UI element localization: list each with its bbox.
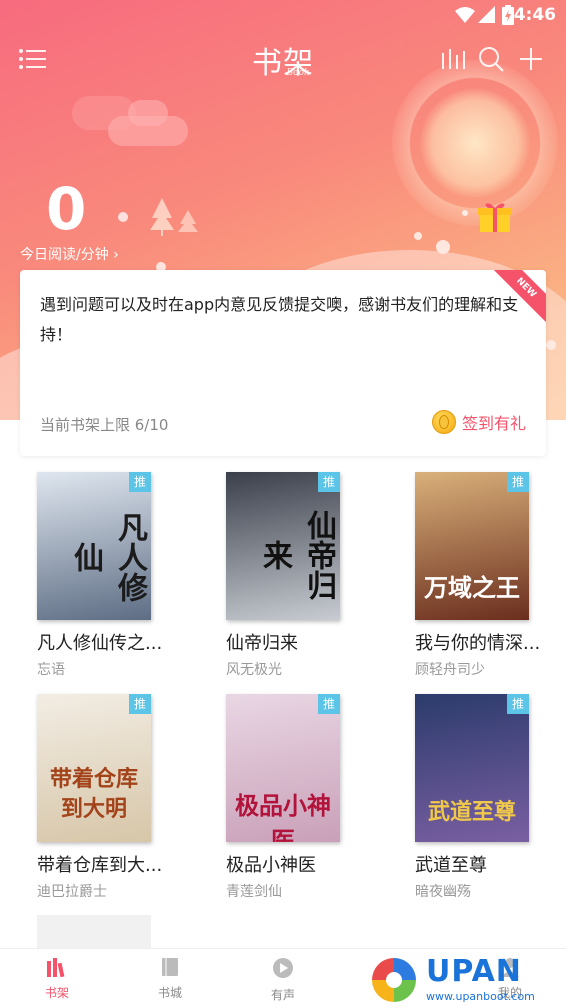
cloud-decoration — [128, 100, 168, 126]
signal-icon — [478, 6, 495, 23]
battery-icon — [502, 5, 514, 25]
search-icon — [479, 47, 504, 72]
recommend-tag: 推 — [318, 694, 340, 714]
book-cover[interactable]: 仙帝归来 推 — [226, 472, 340, 620]
ranking-button[interactable] — [436, 42, 470, 76]
book-title: 凡人修仙传之... — [37, 633, 163, 654]
book-item[interactable]: 万域之王 推我与你的情深... 顾轻舟司少 — [415, 472, 565, 679]
book-title: 武道至尊 — [415, 855, 487, 876]
status-time: 4:46 — [513, 5, 556, 25]
sun-decoration — [420, 88, 530, 198]
search-button[interactable] — [474, 42, 508, 76]
bar-chart-icon — [442, 49, 465, 69]
book-author: 迪巴拉爵士 — [37, 884, 107, 900]
recommend-tag: 推 — [129, 472, 151, 492]
cloud-decoration — [72, 96, 136, 130]
sign-in-button[interactable]: 签到有礼 — [431, 410, 526, 434]
upan-watermark: UPAN www.upanboot.com — [368, 952, 566, 1006]
notice-message: 遇到问题可以及时在app内意见反馈提交噢，感谢书友们的理解和支持！ — [40, 295, 519, 344]
cover-title: 武道至尊 — [427, 799, 516, 825]
upan-url: www.upanboot.com — [426, 990, 535, 1003]
sign-in-label: 签到有礼 — [461, 414, 526, 433]
book-cover[interactable]: 极品小神医 推 — [226, 694, 340, 842]
book-title: 带着仓库到大... — [37, 855, 163, 876]
book-title: 极品小神医 — [226, 855, 316, 876]
nav-label: 书城 — [157, 986, 182, 1000]
book-item[interactable]: 仙帝归来 推仙帝归来风无极光 — [226, 472, 376, 679]
cover-title: 万域之王 — [424, 573, 520, 602]
book-icon — [162, 958, 178, 976]
gift-icon[interactable] — [478, 200, 512, 234]
wifi-icon — [455, 7, 475, 23]
book-author: 风无极光 — [226, 662, 282, 678]
tree-decoration — [150, 198, 198, 236]
recommend-tag: 推 — [318, 472, 340, 492]
upan-brand: UPAN — [426, 954, 522, 989]
notice-card[interactable]: NEW 遇到问题可以及时在app内意见反馈提交噢，感谢书友们的理解和支持！ 当前… — [20, 270, 546, 456]
book-author: 顾轻舟司少 — [415, 662, 485, 678]
add-button[interactable] — [514, 42, 548, 76]
book-item[interactable]: 凡人修仙 推凡人修仙传之... 忘语 — [37, 472, 187, 679]
book-item[interactable]: 极品小神医 推极品小神医青莲剑仙 — [226, 694, 376, 901]
cover-title: 极品小神医 — [235, 791, 331, 842]
book-cover[interactable]: 凡人修仙 推 — [37, 472, 151, 620]
recommend-tag: 推 — [129, 694, 151, 714]
play-icon — [273, 958, 293, 978]
cover-title: 凡人修仙 — [68, 512, 147, 602]
nav-audio[interactable]: 有声 — [243, 957, 323, 1003]
status-bar: 4:46 — [0, 0, 566, 32]
recommend-tag: 推 — [507, 472, 529, 492]
book-title: 我与你的情深... — [415, 633, 541, 654]
plus-icon — [520, 48, 542, 70]
shelf-limit: 当前书架上限 6/10 — [40, 416, 169, 434]
book-author: 忘语 — [37, 662, 65, 678]
book-item[interactable]: 带着仓库到大明 推带着仓库到大... 迪巴拉爵士 — [37, 694, 187, 901]
book-title: 仙帝归来 — [226, 633, 298, 654]
book-cover[interactable]: 带着仓库到大明 推 — [37, 694, 151, 842]
reading-minutes: 0 — [46, 175, 87, 243]
reading-label[interactable]: 今日阅读/分钟 › — [20, 244, 119, 264]
nav-bookstore[interactable]: 书城 — [130, 957, 210, 1001]
dot-decoration — [414, 232, 422, 240]
nav-label: 书架 — [44, 986, 69, 1000]
cover-title: 带着仓库到大明 — [49, 766, 138, 822]
book-author: 青莲剑仙 — [226, 884, 282, 900]
cover-title: 仙帝归来 — [257, 510, 336, 600]
dot-decoration — [118, 212, 128, 222]
book-author: 暗夜幽殇 — [415, 884, 471, 900]
recommend-tag: 推 — [507, 694, 529, 714]
dot-decoration — [462, 210, 468, 216]
bookshelf-icon — [47, 958, 65, 978]
book-item[interactable]: 武道至尊 推武道至尊暗夜幽殇 — [415, 694, 565, 901]
coin-icon — [431, 410, 456, 434]
book-cover[interactable]: 武道至尊 推 — [415, 694, 529, 842]
top-toolbar: 书架 Book — [0, 36, 566, 84]
upan-logo-icon — [372, 958, 416, 1002]
nav-label: 有声 — [270, 988, 295, 1002]
book-cover[interactable]: 万域之王 推 — [415, 472, 529, 620]
nav-bookshelf[interactable]: 书架 — [17, 957, 97, 1001]
